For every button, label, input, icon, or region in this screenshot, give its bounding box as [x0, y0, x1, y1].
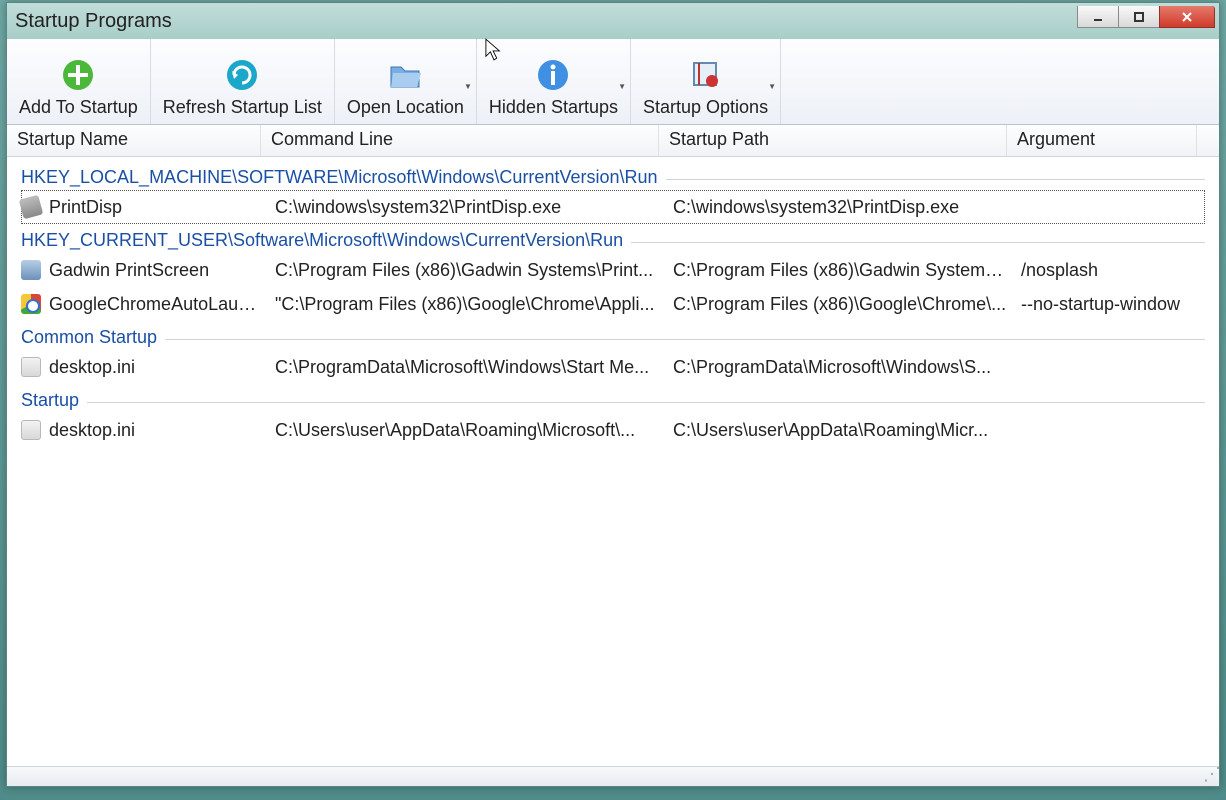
divider: [165, 339, 1205, 340]
cell-cmd: C:\ProgramData\Microsoft\Windows\Start M…: [275, 357, 673, 378]
cell-arg: /nosplash: [1021, 260, 1201, 281]
divider: [87, 402, 1205, 403]
group-label: HKEY_CURRENT_USER\Software\Microsoft\Win…: [21, 230, 623, 251]
cell-cmd: C:\windows\system32\PrintDisp.exe: [275, 197, 673, 218]
chevron-down-icon[interactable]: ▼: [768, 82, 776, 91]
print-icon: [19, 195, 43, 219]
resize-grip-icon[interactable]: ⋰: [1203, 770, 1217, 784]
cell-path: C:\Program Files (x86)\Google\Chrome\...: [673, 294, 1021, 315]
group-header[interactable]: Startup: [21, 384, 1205, 413]
cell-path: C:\ProgramData\Microsoft\Windows\S...: [673, 357, 1021, 378]
cell-cmd: "C:\Program Files (x86)\Google\Chrome\Ap…: [275, 294, 673, 315]
chevron-down-icon[interactable]: ▼: [464, 82, 472, 91]
list-item[interactable]: desktop.iniC:\ProgramData\Microsoft\Wind…: [21, 350, 1205, 384]
cell-path: C:\Program Files (x86)\Gadwin Systems\..…: [673, 260, 1021, 281]
gadwin-icon: [21, 260, 41, 280]
divider: [666, 179, 1205, 180]
toolbar-label: Add To Startup: [19, 97, 138, 118]
cell-name: desktop.ini: [49, 420, 275, 441]
group-header[interactable]: HKEY_LOCAL_MACHINE\SOFTWARE\Microsoft\Wi…: [21, 161, 1205, 190]
cell-arg: --no-startup-window: [1021, 294, 1201, 315]
group-label: Common Startup: [21, 327, 157, 348]
refresh-startup-list-button[interactable]: Refresh Startup List: [151, 39, 335, 124]
list-item[interactable]: GoogleChromeAutoLaun..."C:\Program Files…: [21, 287, 1205, 321]
ini-icon: [21, 357, 41, 377]
refresh-icon: [224, 57, 260, 93]
maximize-button[interactable]: [1118, 6, 1160, 28]
toolbar-label: Open Location: [347, 97, 464, 118]
cell-name: desktop.ini: [49, 357, 275, 378]
group-header[interactable]: HKEY_CURRENT_USER\Software\Microsoft\Win…: [21, 224, 1205, 253]
column-headers: Startup Name Command Line Startup Path A…: [7, 125, 1219, 157]
window-title: Startup Programs: [15, 10, 1077, 33]
list-body[interactable]: HKEY_LOCAL_MACHINE\SOFTWARE\Microsoft\Wi…: [7, 157, 1219, 766]
hidden-startups-button[interactable]: Hidden Startups ▼: [477, 39, 631, 124]
toolbar-label: Refresh Startup List: [163, 97, 322, 118]
cell-name: GoogleChromeAutoLaun...: [49, 294, 275, 315]
toolbar-label: Hidden Startups: [489, 97, 618, 118]
list-item[interactable]: PrintDispC:\windows\system32\PrintDisp.e…: [21, 190, 1205, 224]
group-label: Startup: [21, 390, 79, 411]
info-icon: [535, 57, 571, 93]
options-icon: [688, 57, 724, 93]
divider: [631, 242, 1205, 243]
cell-path: C:\windows\system32\PrintDisp.exe: [673, 197, 1021, 218]
minimize-button[interactable]: [1077, 6, 1119, 28]
column-header-cmd[interactable]: Command Line: [261, 125, 659, 156]
startup-options-button[interactable]: Startup Options ▼: [631, 39, 781, 124]
open-location-button[interactable]: Open Location ▼: [335, 39, 477, 124]
list-item[interactable]: Gadwin PrintScreenC:\Program Files (x86)…: [21, 253, 1205, 287]
group-label: HKEY_LOCAL_MACHINE\SOFTWARE\Microsoft\Wi…: [21, 167, 658, 188]
cell-path: C:\Users\user\AppData\Roaming\Micr...: [673, 420, 1021, 441]
column-header-arg[interactable]: Argument: [1007, 125, 1197, 156]
add-to-startup-button[interactable]: Add To Startup: [7, 39, 151, 124]
ini-icon: [21, 420, 41, 440]
titlebar[interactable]: Startup Programs: [7, 3, 1219, 39]
group-header[interactable]: Common Startup: [21, 321, 1205, 350]
cell-cmd: C:\Users\user\AppData\Roaming\Microsoft\…: [275, 420, 673, 441]
chrome-icon: [21, 294, 41, 314]
cell-name: Gadwin PrintScreen: [49, 260, 275, 281]
toolbar: Add To Startup Refresh Startup List Open…: [7, 39, 1219, 125]
column-header-path[interactable]: Startup Path: [659, 125, 1007, 156]
toolbar-label: Startup Options: [643, 97, 768, 118]
list-item[interactable]: desktop.iniC:\Users\user\AppData\Roaming…: [21, 413, 1205, 447]
statusbar: ⋰: [7, 766, 1219, 786]
cell-cmd: C:\Program Files (x86)\Gadwin Systems\Pr…: [275, 260, 673, 281]
folder-icon: [387, 57, 423, 93]
column-header-name[interactable]: Startup Name: [7, 125, 261, 156]
cell-name: PrintDisp: [49, 197, 275, 218]
close-button[interactable]: [1159, 6, 1215, 28]
plus-icon: [60, 57, 96, 93]
main-window: Startup Programs Add To Startup Refresh …: [6, 2, 1220, 787]
chevron-down-icon[interactable]: ▼: [618, 82, 626, 91]
